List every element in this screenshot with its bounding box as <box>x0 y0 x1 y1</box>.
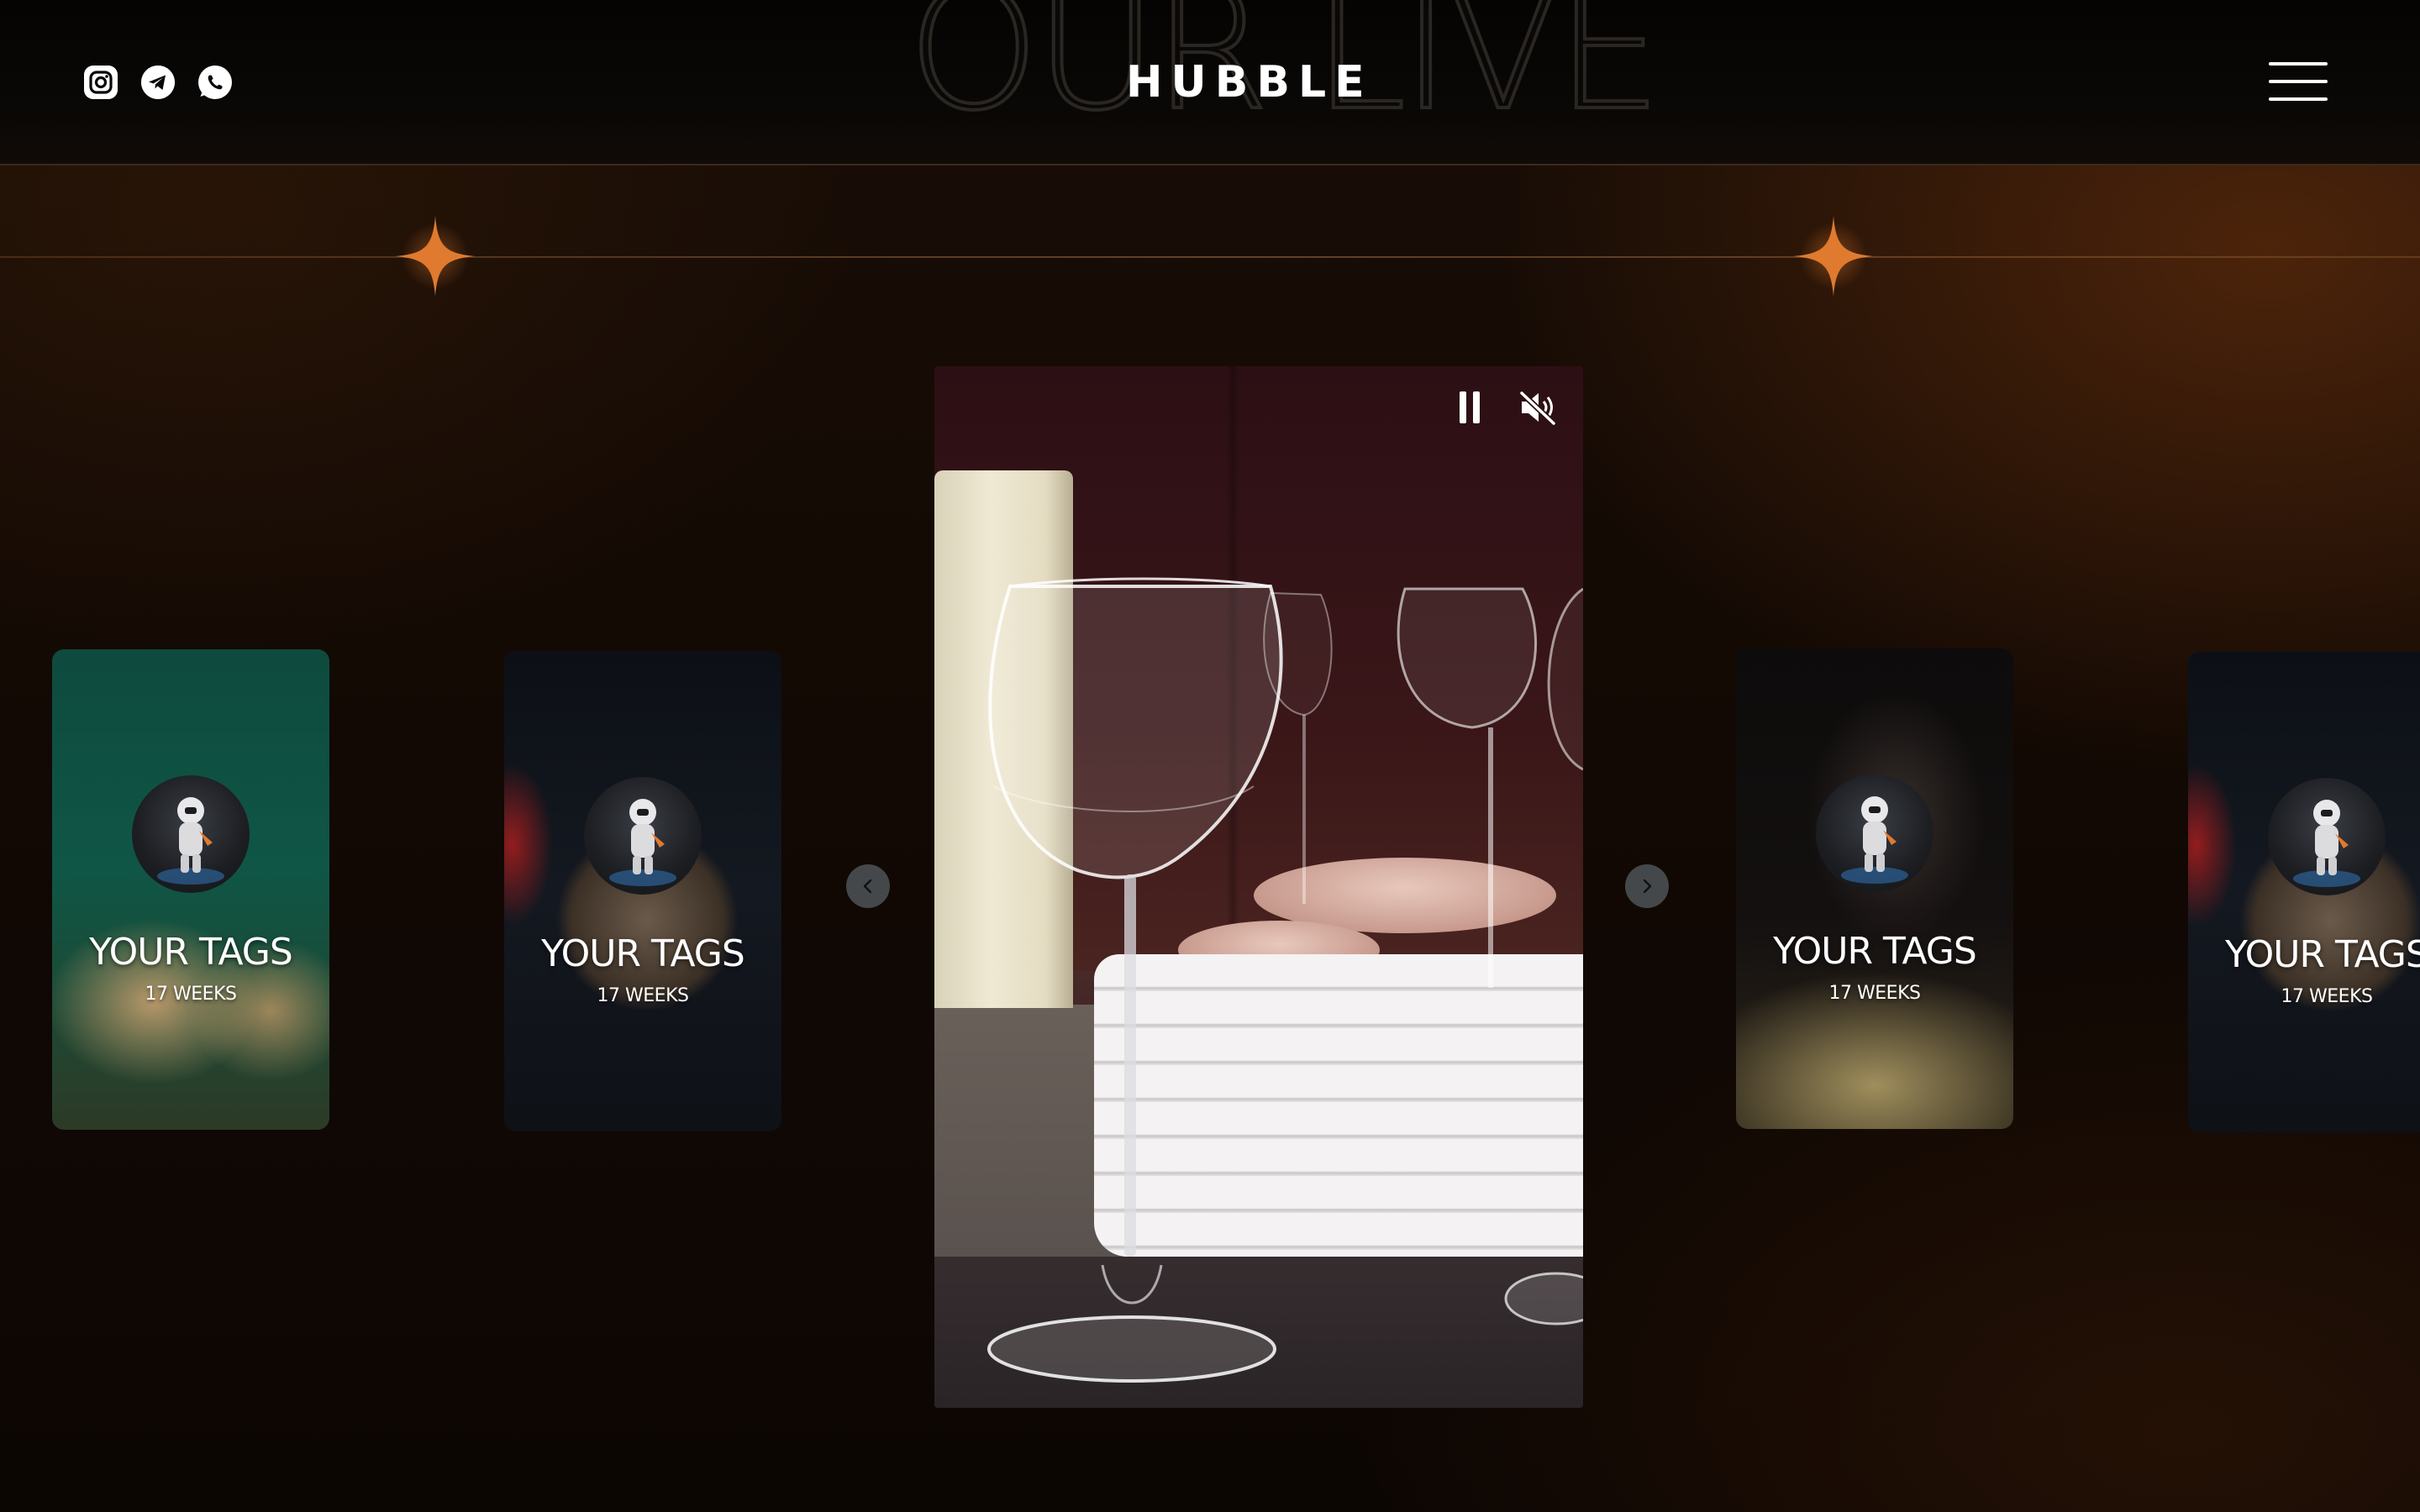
card-subtitle: 17 WEEKS <box>597 985 689 1006</box>
card-subtitle: 17 WEEKS <box>145 984 237 1005</box>
astronaut-avatar <box>132 775 250 893</box>
astronaut-avatar <box>584 777 702 895</box>
pause-icon[interactable] <box>1449 386 1491 428</box>
wine-glasses <box>987 577 1583 1383</box>
card-title: YOUR TAGS <box>541 932 745 975</box>
card-title: YOUR TAGS <box>89 931 293 974</box>
chevron-left-icon[interactable] <box>846 864 890 908</box>
card-title: YOUR TAGS <box>2225 933 2420 976</box>
story-card[interactable]: YOUR TAGS 17 WEEKS <box>52 649 329 1130</box>
featured-video[interactable] <box>934 366 1583 1408</box>
site-header: OUR LIVE HUBBLE <box>0 0 2420 165</box>
astronaut-avatar <box>2268 778 2386 895</box>
telegram-icon[interactable] <box>141 66 175 99</box>
hamburger-menu-icon[interactable] <box>2269 62 2328 102</box>
chevron-right-icon[interactable] <box>1625 864 1669 908</box>
card-subtitle: 17 WEEKS <box>2281 986 2373 1007</box>
story-card[interactable]: YOUR TAGS 17 WEEKS <box>1736 648 2013 1129</box>
brand-logo[interactable]: HUBBLE <box>1126 59 1370 106</box>
story-card[interactable]: YOUR TAGS 17 WEEKS <box>2188 652 2420 1132</box>
story-card[interactable]: YOUR TAGS 17 WEEKS <box>504 651 781 1131</box>
whatsapp-icon[interactable] <box>198 66 232 99</box>
decorative-divider <box>0 256 2420 258</box>
social-links <box>84 66 232 99</box>
instagram-icon[interactable] <box>84 66 118 99</box>
page: OUR LIVE HUBBLE YOUR TAGS 17 WEEKS YOUR … <box>0 0 2420 1512</box>
mute-icon[interactable] <box>1517 386 1559 428</box>
card-title: YOUR TAGS <box>1773 930 1977 973</box>
card-subtitle: 17 WEEKS <box>1828 983 1921 1004</box>
sparkle-star-icon <box>395 216 476 297</box>
astronaut-avatar <box>1816 774 1933 892</box>
card-image <box>2188 652 2420 1132</box>
sparkle-star-icon <box>1793 216 1874 297</box>
video-controls <box>1449 386 1559 428</box>
